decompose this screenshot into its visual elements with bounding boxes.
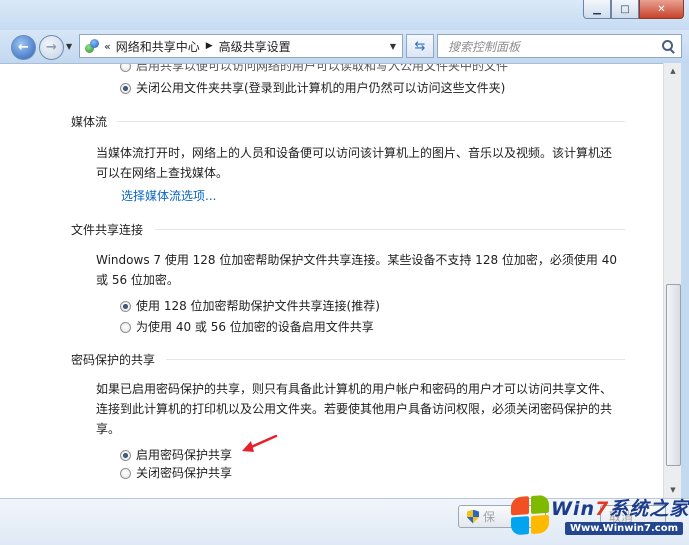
radio-button[interactable] xyxy=(120,322,131,333)
file-sharing-section-title: 文件共享连接 xyxy=(71,223,144,237)
address-dropdown-icon[interactable]: ▼ xyxy=(390,42,396,51)
scroll-up-icon[interactable]: ▲ xyxy=(664,63,682,79)
settings-content: 启用共享以便可以访问网络的用户可以读取和写入公用文件夹中的文件 关闭公用文件夹共… xyxy=(0,63,663,499)
recent-pages-dropdown[interactable]: ▼ xyxy=(66,42,72,51)
radio-password-on[interactable]: 启用密码保护共享 xyxy=(120,446,232,463)
breadcrumb-advanced-sharing[interactable]: 高级共享设置 xyxy=(219,38,291,55)
window-border xyxy=(681,63,689,498)
close-icon: ✕ xyxy=(657,3,666,15)
media-stream-options-link[interactable]: 选择媒体流选项... xyxy=(121,187,216,204)
media-description: 当媒体流打开时，网络上的人员和设备便可以访问该计算机上的图片、音乐以及视频。该计… xyxy=(96,143,636,183)
section-divider xyxy=(166,359,625,360)
maximize-icon: □ xyxy=(620,3,630,15)
radio-label: 启用共享以便可以访问网络的用户可以读取和写入公用文件夹中的文件 xyxy=(136,63,509,73)
password-desc-line: 连接到此计算机的打印机以及公用文件夹。若要使其他用户具备访问权限，必须关闭密码保… xyxy=(96,402,613,416)
section-divider xyxy=(155,229,625,230)
radio-password-off[interactable]: 关闭密码保护共享 xyxy=(120,464,232,481)
radio-button[interactable] xyxy=(120,450,131,461)
minimize-icon: ▁ xyxy=(593,3,601,15)
search-box[interactable]: 搜索控制面板 xyxy=(437,34,682,58)
radio-40-56-bit[interactable]: 为使用 40 或 56 位加密的设备启用文件共享 xyxy=(120,318,374,335)
scrollbar-thumb[interactable] xyxy=(666,284,681,466)
password-desc-line: 如果已启用密码保护的共享，则只有具备此计算机的用户帐户和密码的用户才可以访问共享… xyxy=(96,382,613,396)
radio-label: 使用 128 位加密帮助保护文件共享连接(推荐) xyxy=(136,299,380,313)
radio-label: 关闭公用文件夹共享(登录到此计算机的用户仍然可以访问这些文件夹) xyxy=(136,81,506,95)
overflow-chevron-icon[interactable]: « xyxy=(104,40,111,53)
radio-128-bit[interactable]: 使用 128 位加密帮助保护文件共享连接(推荐) xyxy=(120,297,380,314)
file-sharing-description: Windows 7 使用 128 位加密帮助保护文件共享连接。某些设备不支持 1… xyxy=(96,250,636,290)
watermark-title: Win7系统之家 xyxy=(551,498,689,520)
search-placeholder: 搜索控制面板 xyxy=(448,39,521,54)
watermark-url: Www.Winwin7.com xyxy=(565,522,684,535)
back-arrow-icon: ← xyxy=(18,40,29,55)
radio-button[interactable] xyxy=(120,468,131,479)
forward-arrow-icon: → xyxy=(46,40,57,55)
refresh-icon: ⇆ xyxy=(414,38,426,54)
navigation-bar: ← → ▼ « 网络和共享中心 ▶ 高级共享设置 ▼ ⇆ 搜索控制面板 xyxy=(0,30,689,63)
refresh-button[interactable]: ⇆ xyxy=(406,34,434,58)
minimize-button[interactable]: ▁ xyxy=(583,0,611,19)
title-bar: ▁ □ ✕ xyxy=(0,0,689,30)
breadcrumb-separator-icon[interactable]: ▶ xyxy=(206,41,213,51)
annotation-arrow-icon xyxy=(242,434,278,452)
back-button[interactable]: ← xyxy=(11,35,36,60)
windows-logo-icon xyxy=(511,494,551,538)
uac-shield-icon xyxy=(467,509,479,524)
section-divider xyxy=(117,121,625,122)
media-section-title: 媒体流 xyxy=(71,115,108,129)
radio-label: 启用密码保护共享 xyxy=(136,448,233,462)
radio-button[interactable] xyxy=(120,83,131,94)
radio-public-share-on[interactable]: 启用共享以便可以访问网络的用户可以读取和写入公用文件夹中的文件 xyxy=(120,63,509,74)
radio-button[interactable] xyxy=(120,64,131,72)
file-sharing-desc-line: Windows 7 使用 128 位加密帮助保护文件共享连接。某些设备不支持 1… xyxy=(96,253,617,267)
password-description: 如果已启用密码保护的共享，则只有具备此计算机的用户帐户和密码的用户才可以访问共享… xyxy=(96,379,636,439)
caption-buttons: ▁ □ ✕ xyxy=(583,0,684,19)
vertical-scrollbar[interactable]: ▲ ▼ xyxy=(663,63,682,498)
address-bar[interactable]: « 网络和共享中心 ▶ 高级共享设置 ▼ xyxy=(79,34,403,58)
close-button[interactable]: ✕ xyxy=(639,0,684,19)
maximize-button[interactable]: □ xyxy=(611,0,639,19)
media-desc-line: 当媒体流打开时，网络上的人员和设备便可以访问该计算机上的图片、音乐以及视频。该计… xyxy=(96,146,613,160)
breadcrumb-network-center[interactable]: 网络和共享中心 xyxy=(116,38,200,55)
radio-label: 关闭密码保护共享 xyxy=(136,466,233,480)
file-sharing-desc-line: 或 56 位加密。 xyxy=(96,273,179,287)
password-section-title: 密码保护的共享 xyxy=(71,353,156,367)
radio-button[interactable] xyxy=(120,301,131,312)
media-desc-line: 可以在网络上查找媒体。 xyxy=(96,166,229,180)
save-button-label: 保 xyxy=(483,510,496,524)
forward-button[interactable]: → xyxy=(39,35,64,60)
network-center-icon xyxy=(84,38,100,54)
radio-label: 为使用 40 或 56 位加密的设备启用文件共享 xyxy=(136,320,374,334)
search-icon[interactable] xyxy=(661,39,675,53)
radio-public-share-off[interactable]: 关闭公用文件夹共享(登录到此计算机的用户仍然可以访问这些文件夹) xyxy=(120,79,505,96)
watermark: Win7系统之家 Www.Winwin7.com xyxy=(505,488,689,544)
password-desc-line: 享。 xyxy=(96,422,121,436)
